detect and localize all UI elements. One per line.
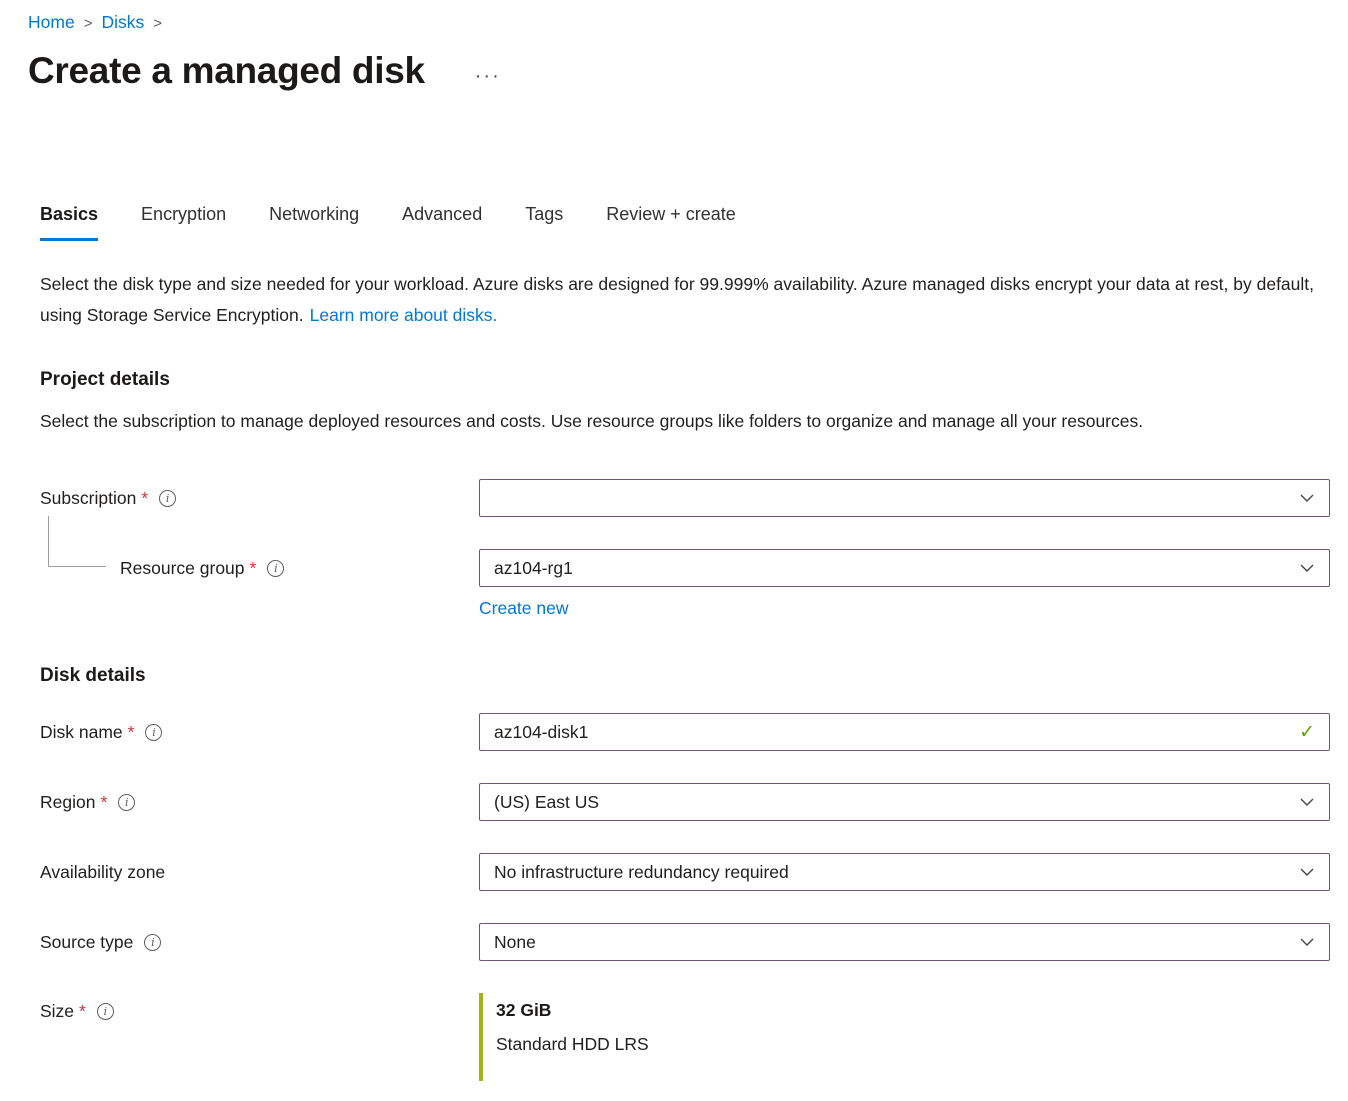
- resource-group-value: az104-rg1: [494, 558, 573, 579]
- breadcrumb-disks-link[interactable]: Disks: [101, 12, 144, 32]
- tab-encryption[interactable]: Encryption: [141, 204, 226, 241]
- required-marker: *: [250, 558, 257, 579]
- region-field-row: Region * i (US) East US: [40, 783, 1330, 821]
- intro-text: Select the disk type and size needed for…: [40, 269, 1326, 331]
- chevron-down-icon: [1299, 934, 1315, 950]
- learn-more-link[interactable]: Learn more about disks.: [310, 305, 498, 325]
- size-sku: Standard HDD LRS: [496, 1034, 1330, 1055]
- subscription-dropdown[interactable]: [479, 479, 1330, 517]
- valid-checkmark-icon: ✓: [1299, 721, 1315, 744]
- availability-zone-control: No infrastructure redundancy required: [479, 853, 1330, 891]
- info-icon[interactable]: i: [97, 1003, 114, 1020]
- disk-details-heading: Disk details: [40, 665, 1330, 687]
- more-options-button[interactable]: ···: [469, 64, 507, 88]
- source-type-value: None: [494, 932, 536, 953]
- region-dropdown[interactable]: (US) East US: [479, 783, 1330, 821]
- size-summary: 32 GiB Standard HDD LRS: [479, 993, 1330, 1081]
- size-field-row: Size * i 32 GiB Standard HDD LRS: [40, 993, 1330, 1081]
- tab-basics[interactable]: Basics: [40, 204, 98, 241]
- source-type-control: None: [479, 923, 1330, 961]
- breadcrumb-separator-icon: >: [153, 15, 162, 32]
- region-label: Region: [40, 792, 95, 813]
- resource-group-label: Resource group: [120, 558, 245, 579]
- breadcrumb-home-link[interactable]: Home: [28, 12, 75, 32]
- info-icon[interactable]: i: [267, 560, 284, 577]
- subscription-label-group: Subscription * i: [40, 488, 479, 509]
- source-type-field-row: Source type i None: [40, 923, 1330, 961]
- main-content: Basics Encryption Networking Advanced Ta…: [40, 204, 1330, 1081]
- create-managed-disk-page: Home > Disks > Create a managed disk ··· Ba…: [0, 0, 1348, 1081]
- intro-text-body: Select the disk type and size needed for…: [40, 274, 1314, 325]
- resource-group-dropdown[interactable]: az104-rg1: [479, 549, 1330, 587]
- tab-advanced[interactable]: Advanced: [402, 204, 482, 241]
- chevron-down-icon: [1299, 490, 1315, 506]
- required-marker: *: [128, 722, 135, 743]
- subscription-label: Subscription: [40, 488, 136, 509]
- resource-group-field-row: Resource group * i az104-rg1: [40, 549, 1330, 587]
- info-icon[interactable]: i: [159, 490, 176, 507]
- tab-review-create[interactable]: Review + create: [606, 204, 736, 241]
- info-icon[interactable]: i: [118, 794, 135, 811]
- disk-name-field-row: Disk name * i ✓: [40, 713, 1330, 751]
- availability-zone-label: Availability zone: [40, 862, 165, 883]
- disk-name-field: ✓: [479, 713, 1330, 751]
- resource-group-control: az104-rg1: [479, 549, 1330, 587]
- tab-tags[interactable]: Tags: [525, 204, 563, 241]
- disk-name-control: ✓: [479, 713, 1330, 751]
- availability-zone-value: No infrastructure redundancy required: [494, 862, 789, 883]
- region-control: (US) East US: [479, 783, 1330, 821]
- region-value: (US) East US: [494, 792, 599, 813]
- source-type-dropdown[interactable]: None: [479, 923, 1330, 961]
- info-icon[interactable]: i: [145, 724, 162, 741]
- size-label: Size: [40, 1001, 74, 1022]
- breadcrumb: Home > Disks >: [28, 10, 1330, 36]
- breadcrumb-separator-icon: >: [84, 15, 93, 32]
- title-row: Create a managed disk ···: [28, 50, 1330, 92]
- chevron-down-icon: [1299, 794, 1315, 810]
- create-new-row: Create new: [479, 598, 1330, 619]
- info-icon[interactable]: i: [144, 934, 161, 951]
- required-marker: *: [100, 792, 107, 813]
- size-control: 32 GiB Standard HDD LRS: [479, 993, 1330, 1081]
- tab-bar: Basics Encryption Networking Advanced Ta…: [40, 204, 1330, 241]
- create-new-link[interactable]: Create new: [479, 598, 569, 619]
- region-label-group: Region * i: [40, 792, 479, 813]
- required-marker: *: [141, 488, 148, 509]
- disk-name-input[interactable]: [494, 722, 1289, 743]
- availability-zone-dropdown[interactable]: No infrastructure redundancy required: [479, 853, 1330, 891]
- size-label-group: Size * i: [40, 1001, 479, 1022]
- required-marker: *: [79, 1001, 86, 1022]
- tab-networking[interactable]: Networking: [269, 204, 359, 241]
- disk-name-label-group: Disk name * i: [40, 722, 479, 743]
- disk-name-label: Disk name: [40, 722, 123, 743]
- chevron-down-icon: [1299, 560, 1315, 576]
- project-details-heading: Project details: [40, 369, 1330, 391]
- subscription-control: [479, 479, 1330, 517]
- page-title: Create a managed disk: [28, 50, 425, 92]
- subscription-field-row: Subscription * i: [40, 479, 1330, 517]
- source-type-label-group: Source type i: [40, 932, 479, 953]
- chevron-down-icon: [1299, 864, 1315, 880]
- availability-zone-label-group: Availability zone: [40, 862, 479, 883]
- project-details-description: Select the subscription to manage deploy…: [40, 406, 1320, 437]
- resource-group-label-group: Resource group * i: [40, 558, 479, 579]
- source-type-label: Source type: [40, 932, 133, 953]
- size-value: 32 GiB: [496, 1000, 1330, 1021]
- availability-zone-field-row: Availability zone No infrastructure redu…: [40, 853, 1330, 891]
